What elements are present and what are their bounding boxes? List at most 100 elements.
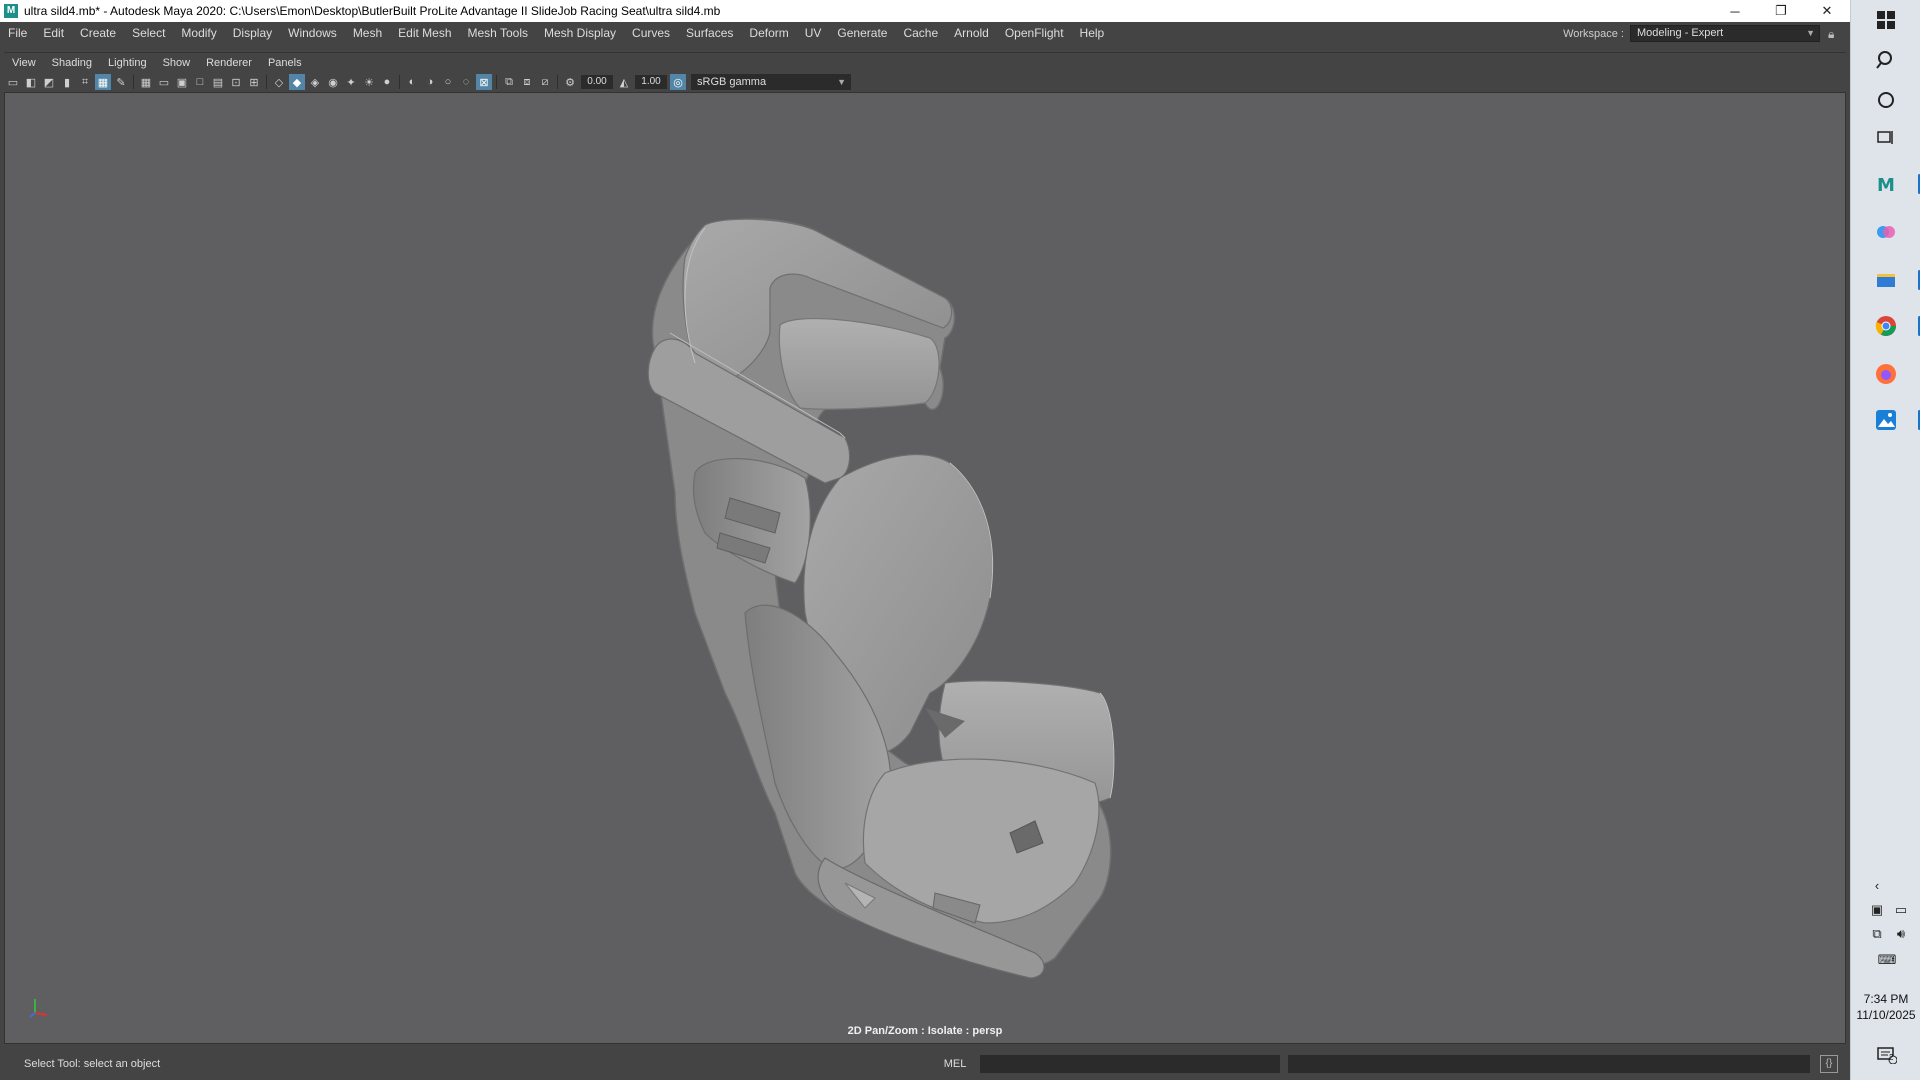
- motion-blur-icon[interactable]: ◐: [404, 74, 420, 90]
- menu-modify[interactable]: Modify: [173, 22, 224, 44]
- grease-pencil-icon[interactable]: ✎: [113, 74, 129, 90]
- photos-icon[interactable]: [1868, 402, 1920, 438]
- menu-generate[interactable]: Generate: [829, 22, 895, 44]
- gate-mask-icon[interactable]: □: [192, 74, 208, 90]
- menu-display[interactable]: Display: [225, 22, 280, 44]
- task-view-icon[interactable]: [1868, 120, 1904, 156]
- clock-time[interactable]: 7:34 PM: [1851, 992, 1920, 1006]
- workspace-selector: Workspace : Modeling - Expert ▼ 🔒︎: [1563, 25, 1840, 42]
- xray-icon[interactable]: ◌: [458, 74, 474, 90]
- menu-cache[interactable]: Cache: [895, 22, 946, 44]
- search-icon[interactable]: [1868, 42, 1904, 78]
- script-language-toggle[interactable]: MEL: [930, 1058, 980, 1070]
- help-line-bar: Select Tool: select an object MEL {}: [0, 1052, 1850, 1076]
- panel-menu-renderer[interactable]: Renderer: [198, 53, 260, 73]
- minimize-button[interactable]: ─: [1712, 0, 1758, 22]
- backface-culling-icon[interactable]: ⧄: [537, 74, 553, 90]
- workspace-dropdown[interactable]: Modeling - Expert ▼: [1630, 25, 1820, 42]
- panel-menu-shading[interactable]: Shading: [44, 53, 100, 73]
- pan-zoom-icon[interactable]: ▦: [95, 74, 111, 90]
- maya-window: M ultra sild4.mb* - Autodesk Maya 2020: …: [0, 0, 1850, 1080]
- bookmark-icon[interactable]: ▮: [59, 74, 75, 90]
- axis-gizmo-icon: [29, 999, 48, 1018]
- color-space-value: sRGB gamma: [697, 76, 767, 88]
- menu-edit-mesh[interactable]: Edit Mesh: [390, 22, 459, 44]
- ambient-occlusion-icon[interactable]: ●: [379, 74, 395, 90]
- clock-date[interactable]: 11/10/2025: [1851, 1008, 1920, 1022]
- file-explorer-icon[interactable]: [1868, 262, 1920, 298]
- keyboard-icon[interactable]: ⌨: [1875, 952, 1899, 970]
- menu-arnold[interactable]: Arnold: [946, 22, 997, 44]
- smooth-shade-icon[interactable]: ◆: [289, 74, 305, 90]
- xray-active-icon[interactable]: ⧈: [519, 74, 535, 90]
- camera-attributes-icon[interactable]: ◩: [41, 74, 57, 90]
- isolate-select-icon[interactable]: ⊠: [476, 74, 492, 90]
- menu-mesh-display[interactable]: Mesh Display: [536, 22, 624, 44]
- panel-menu-lighting[interactable]: Lighting: [100, 53, 155, 73]
- remote-desktop-icon[interactable]: ▣: [1867, 902, 1887, 920]
- camera-lock-icon[interactable]: ◧: [23, 74, 39, 90]
- maya-logo-icon: M: [4, 4, 18, 18]
- display-icon[interactable]: ▭: [1891, 902, 1911, 920]
- wireframe-on-shaded-icon[interactable]: ◈: [307, 74, 323, 90]
- panel-menu-panels[interactable]: Panels: [260, 53, 310, 73]
- command-line-input[interactable]: [980, 1055, 1280, 1073]
- chevron-left-icon[interactable]: ‹: [1867, 878, 1887, 896]
- racing-seat-model[interactable]: [5, 93, 1846, 1044]
- image-plane-icon[interactable]: ⌗: [77, 74, 93, 90]
- copilot-icon[interactable]: [1868, 214, 1904, 250]
- resolution-gate-icon[interactable]: ▣: [174, 74, 190, 90]
- color-space-dropdown[interactable]: sRGB gamma ▼: [691, 74, 851, 90]
- gamma-icon[interactable]: ◭: [616, 74, 632, 90]
- lock-icon[interactable]: 🔒︎: [1828, 27, 1840, 41]
- grid-icon[interactable]: ▦: [138, 74, 154, 90]
- shadows-icon[interactable]: ☀: [361, 74, 377, 90]
- textured-icon[interactable]: ◉: [325, 74, 341, 90]
- use-all-lights-icon[interactable]: ✦: [343, 74, 359, 90]
- script-editor-icon[interactable]: {}: [1820, 1055, 1838, 1073]
- menu-deform[interactable]: Deform: [741, 22, 796, 44]
- menu-mesh-tools[interactable]: Mesh Tools: [460, 22, 536, 44]
- windows-taskbar: M ‹ ▣ ▭ ⧉ 🔊︎ ⌨ 7:34 PM 11/10/2025 2: [1850, 0, 1920, 1080]
- menu-openflight[interactable]: OpenFlight: [997, 22, 1072, 44]
- camera-select-icon[interactable]: ▭: [5, 74, 21, 90]
- depth-of-field-icon[interactable]: ○: [440, 74, 456, 90]
- viewport-persp[interactable]: 2D Pan/Zoom : Isolate : persp: [4, 92, 1846, 1044]
- firefox-icon[interactable]: [1868, 356, 1904, 392]
- panel-menubar: View Shading Lighting Show Renderer Pane…: [4, 52, 1846, 72]
- menu-help[interactable]: Help: [1072, 22, 1113, 44]
- volume-icon[interactable]: 🔊︎: [1891, 926, 1911, 944]
- menu-mesh[interactable]: Mesh: [345, 22, 390, 44]
- menu-create[interactable]: Create: [72, 22, 124, 44]
- notification-count: 2: [1889, 1053, 1894, 1062]
- menu-edit[interactable]: Edit: [35, 22, 72, 44]
- restore-button[interactable]: ❐: [1758, 0, 1804, 22]
- panel-menu-show[interactable]: Show: [155, 53, 199, 73]
- cortana-icon[interactable]: [1868, 82, 1904, 118]
- film-gate-icon[interactable]: ▭: [156, 74, 172, 90]
- panel-menu-view[interactable]: View: [4, 53, 44, 73]
- chrome-icon[interactable]: [1868, 308, 1920, 344]
- menu-select[interactable]: Select: [124, 22, 173, 44]
- menu-windows[interactable]: Windows: [280, 22, 345, 44]
- menu-surfaces[interactable]: Surfaces: [678, 22, 741, 44]
- menu-file[interactable]: File: [0, 22, 35, 44]
- exposure-field[interactable]: 0.00: [581, 75, 613, 89]
- chevron-down-icon: ▼: [837, 77, 846, 87]
- xray-joints-icon[interactable]: ⧉: [501, 74, 517, 90]
- close-button[interactable]: ✕: [1804, 0, 1850, 22]
- safe-action-icon[interactable]: ⊡: [228, 74, 244, 90]
- wireframe-icon[interactable]: ◇: [271, 74, 287, 90]
- menu-uv[interactable]: UV: [797, 22, 830, 44]
- field-chart-icon[interactable]: ▤: [210, 74, 226, 90]
- menu-curves[interactable]: Curves: [624, 22, 678, 44]
- network-icon[interactable]: ⧉: [1867, 926, 1887, 944]
- maya-taskbar-icon[interactable]: M: [1868, 166, 1920, 202]
- safe-title-icon[interactable]: ⊞: [246, 74, 262, 90]
- color-management-icon[interactable]: ◎: [670, 74, 686, 90]
- gamma-field[interactable]: 1.00: [635, 75, 667, 89]
- windows-start-icon[interactable]: [1868, 2, 1904, 38]
- anti-aliasing-icon[interactable]: ◑: [422, 74, 438, 90]
- exposure-icon[interactable]: ⚙: [562, 74, 578, 90]
- notifications-icon[interactable]: 2: [1875, 1046, 1899, 1065]
